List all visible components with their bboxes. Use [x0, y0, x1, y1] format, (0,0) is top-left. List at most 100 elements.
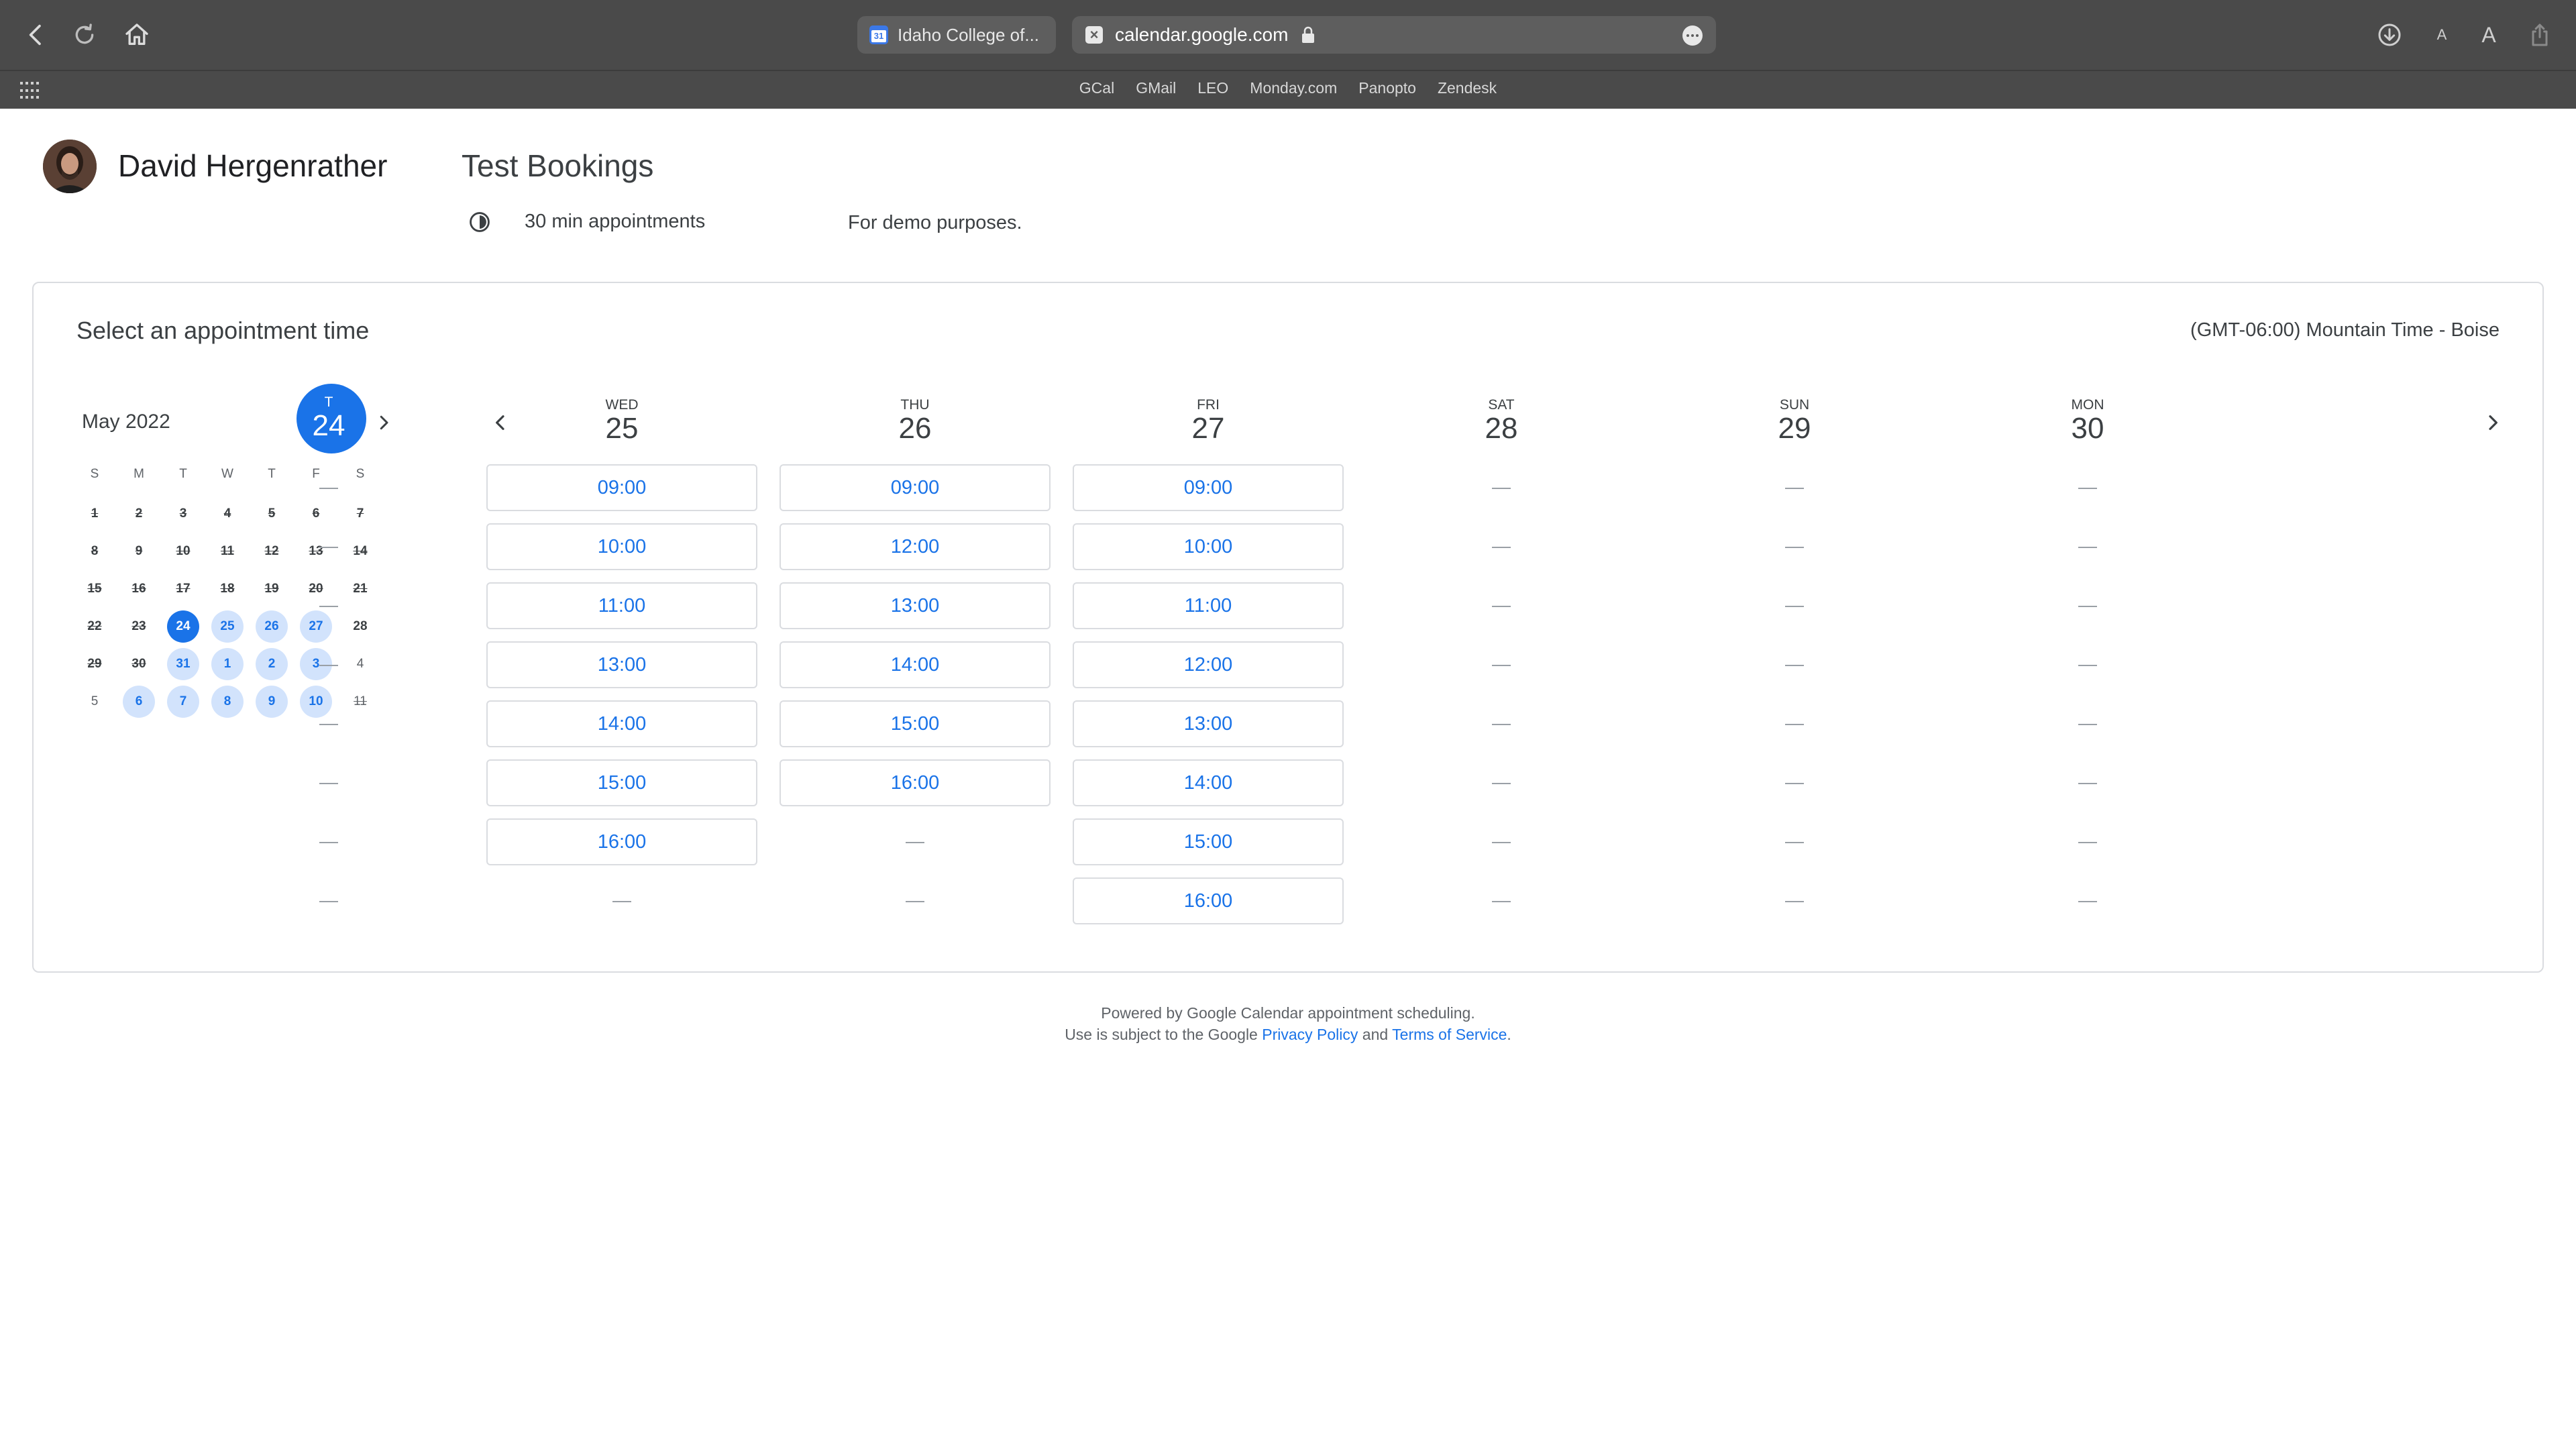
- timezone-selector[interactable]: (GMT-06:00) Mountain Time - Boise: [2190, 319, 2500, 341]
- time-slot-button[interactable]: 10:00: [1073, 523, 1344, 570]
- share-button[interactable]: [2520, 15, 2560, 55]
- unavailable-slot-dash: [1659, 523, 1930, 570]
- browser-toolbar: Idaho College of... × calendar.google.co…: [0, 0, 2576, 70]
- time-slot-button[interactable]: 13:00: [486, 641, 757, 688]
- privacy-policy-link[interactable]: Privacy Policy: [1262, 1026, 1358, 1043]
- day-of-week: MON: [2071, 397, 2104, 413]
- home-icon: [125, 23, 148, 46]
- unavailable-slot-dash: [193, 877, 464, 924]
- mini-calendar-day-number: 23: [131, 619, 146, 633]
- day-of-week: THU: [900, 397, 930, 413]
- mini-calendar-day-number: 2: [135, 506, 143, 521]
- time-slot-button[interactable]: 09:00: [780, 464, 1051, 511]
- bookmark-monday[interactable]: Monday.com: [1250, 79, 1337, 97]
- back-button[interactable]: [16, 15, 56, 55]
- mini-calendar-day-number: 30: [131, 657, 146, 671]
- unavailable-slot-dash: [1952, 523, 2223, 570]
- terms-of-service-link[interactable]: Terms of Service: [1392, 1026, 1507, 1043]
- time-slot-button[interactable]: 12:00: [780, 523, 1051, 570]
- time-slot-button[interactable]: 15:00: [780, 700, 1051, 747]
- reload-button[interactable]: [64, 15, 105, 55]
- unavailable-slot-dash: [780, 818, 1051, 865]
- unavailable-slot-dash: [1659, 582, 1930, 629]
- more-options-icon[interactable]: [1682, 25, 1703, 46]
- unavailable-slot-dash: [193, 641, 464, 688]
- time-slot-button[interactable]: 13:00: [780, 582, 1051, 629]
- bookmark-zendesk[interactable]: Zendesk: [1438, 79, 1497, 97]
- home-button[interactable]: [117, 15, 157, 55]
- font-large-label: A: [2481, 22, 2496, 47]
- time-slot-button[interactable]: 15:00: [1073, 818, 1344, 865]
- time-slot-button[interactable]: 16:00: [486, 818, 757, 865]
- font-increase-button[interactable]: A: [2469, 15, 2509, 55]
- time-slot-button[interactable]: 09:00: [1073, 464, 1344, 511]
- week-next-button[interactable]: [2474, 404, 2512, 441]
- time-slot-button[interactable]: 09:00: [486, 464, 757, 511]
- mini-calendar-day-number: 1: [91, 506, 99, 521]
- day-number: 24: [312, 409, 345, 442]
- chevron-right-icon: [2489, 415, 2498, 430]
- appointment-duration: 30 min appointments: [525, 211, 706, 232]
- time-slot-button[interactable]: 14:00: [1073, 759, 1344, 806]
- mini-calendar-day: 16: [117, 570, 161, 608]
- time-slot-button[interactable]: 11:00: [486, 582, 757, 629]
- owner-name: David Hergenrather: [118, 148, 388, 183]
- mini-calendar-day: 8: [72, 533, 117, 570]
- footer-terms-line: Use is subject to the Google Privacy Pol…: [0, 1024, 2576, 1045]
- time-slot-button[interactable]: 16:00: [780, 759, 1051, 806]
- unavailable-slot-dash: [1952, 700, 2223, 747]
- unavailable-slot-dash: [1366, 582, 1637, 629]
- address-bar[interactable]: × calendar.google.com: [1072, 16, 1716, 54]
- unavailable-slot-dash: [193, 700, 464, 747]
- mini-calendar-day[interactable]: 6: [117, 683, 161, 720]
- browser-chrome: Idaho College of... × calendar.google.co…: [0, 0, 2576, 109]
- unavailable-slot-dash: [1659, 700, 1930, 747]
- appointment-panel: Select an appointment time (GMT-06:00) M…: [32, 282, 2544, 973]
- footer-prefix: Use is subject to the Google: [1065, 1026, 1258, 1043]
- mini-calendar-day: 9: [117, 533, 161, 570]
- bookmark-panopto[interactable]: Panopto: [1358, 79, 1416, 97]
- weekday-label: M: [133, 467, 144, 481]
- footer-and: and: [1362, 1026, 1389, 1043]
- time-slot-button[interactable]: 15:00: [486, 759, 757, 806]
- unavailable-slot-dash: [1659, 464, 1930, 511]
- tab-idaho-college[interactable]: Idaho College of...: [857, 16, 1056, 54]
- day-number: 29: [1778, 412, 1811, 445]
- bookmarks-bar: GCal GMail LEO Monday.com Panopto Zendes…: [0, 70, 2576, 109]
- unavailable-slot-dash: [1952, 582, 2223, 629]
- unavailable-slot-dash: [1366, 641, 1637, 688]
- time-slot-button[interactable]: 14:00: [780, 641, 1051, 688]
- downloads-button[interactable]: [2369, 15, 2410, 55]
- day-header: THU 26: [780, 384, 1051, 458]
- avatar-photo-icon: [43, 140, 97, 193]
- unavailable-slot-dash: [1659, 818, 1930, 865]
- unavailable-slot-dash: [1952, 759, 2223, 806]
- day-header: FRI 27: [1073, 384, 1344, 458]
- time-slot-button[interactable]: 10:00: [486, 523, 757, 570]
- unavailable-slot-dash: [1952, 464, 2223, 511]
- unavailable-slot-dash: [1659, 641, 1930, 688]
- close-tab-icon[interactable]: ×: [1085, 26, 1103, 44]
- time-slot-button[interactable]: 14:00: [486, 700, 757, 747]
- bookmark-gmail[interactable]: GMail: [1136, 79, 1176, 97]
- font-decrease-button[interactable]: A: [2422, 15, 2462, 55]
- time-slot-button[interactable]: 11:00: [1073, 582, 1344, 629]
- time-slot-button[interactable]: 16:00: [1073, 877, 1344, 924]
- mini-calendar-day: 15: [72, 570, 117, 608]
- bookmark-gcal[interactable]: GCal: [1079, 79, 1114, 97]
- back-icon: [29, 24, 41, 46]
- mini-calendar-day: 30: [117, 645, 161, 683]
- footer-period: .: [1507, 1026, 1511, 1043]
- unavailable-slot-dash: [193, 818, 464, 865]
- day-number: 26: [898, 412, 932, 445]
- footer-powered-by: Powered by Google Calendar appointment s…: [1101, 1004, 1475, 1022]
- day-header: SUN 29: [1659, 384, 1930, 458]
- booking-page: David Hergenrather Test Bookings 30 min …: [0, 109, 2576, 1449]
- clock-duration-icon: [470, 212, 490, 232]
- mini-calendar-day: 2: [117, 495, 161, 533]
- day-of-week: T: [324, 394, 333, 410]
- time-slot-button[interactable]: 13:00: [1073, 700, 1344, 747]
- time-slot-button[interactable]: 12:00: [1073, 641, 1344, 688]
- bookmark-leo[interactable]: LEO: [1197, 79, 1228, 97]
- unavailable-slot-dash: [1952, 818, 2223, 865]
